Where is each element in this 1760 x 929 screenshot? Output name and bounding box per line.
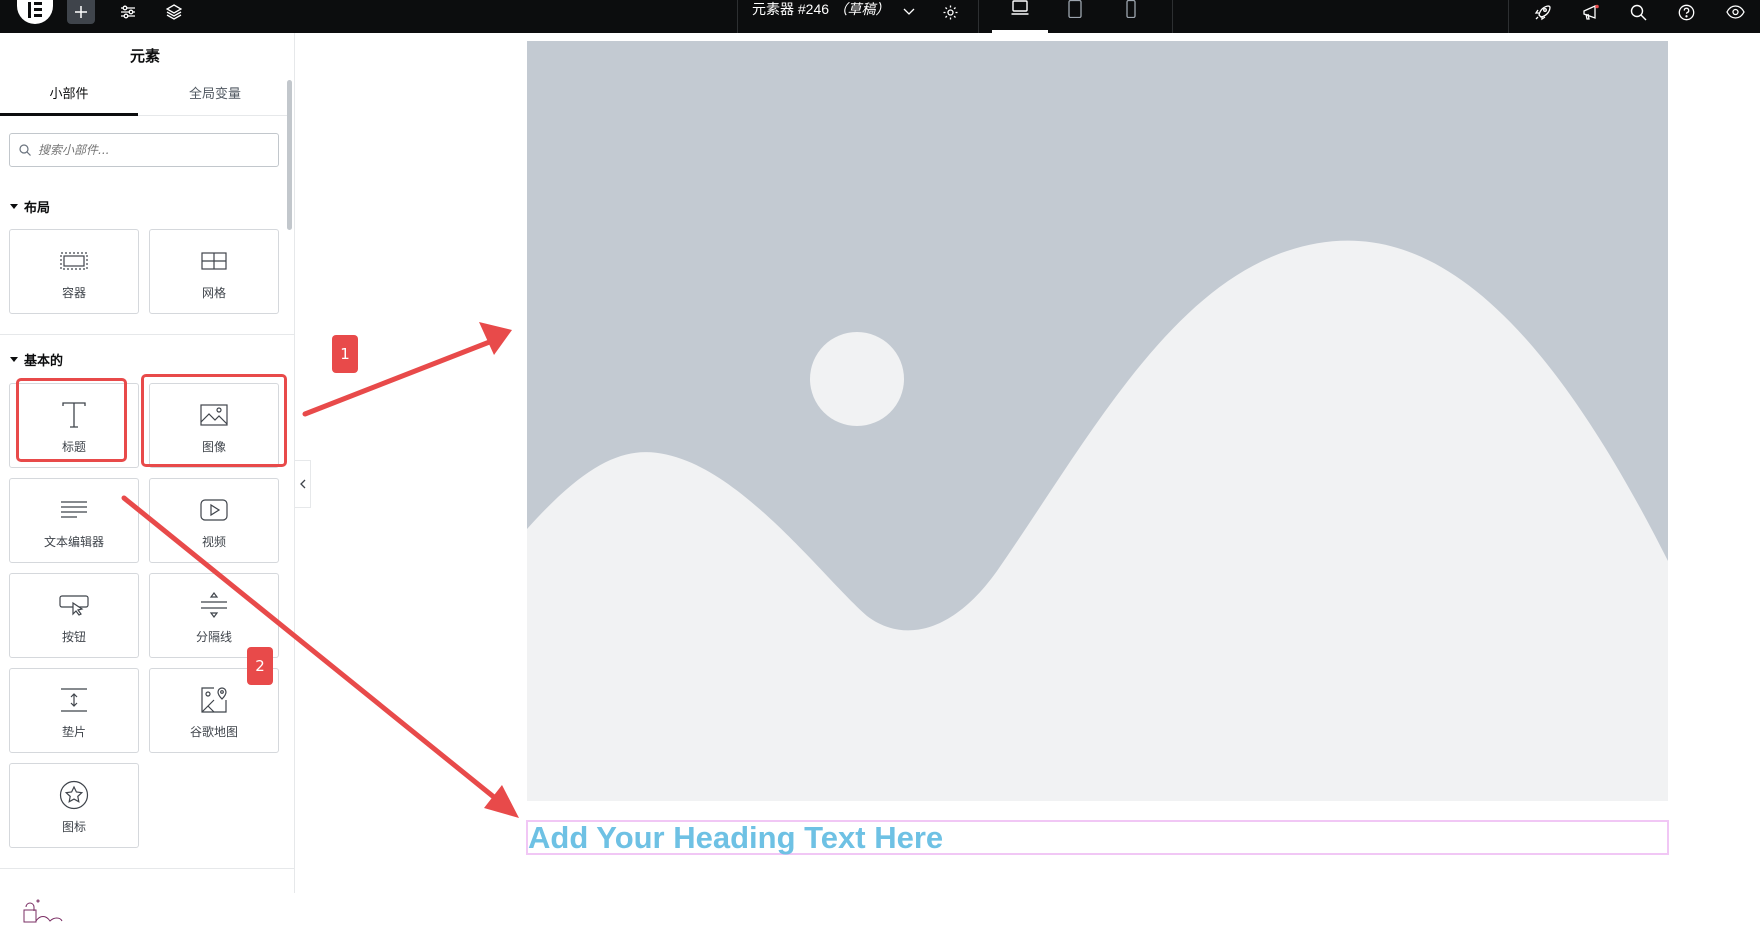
annotation-arrows <box>121 322 519 818</box>
promo-illustration <box>16 895 96 929</box>
step-badge-2: 2 <box>247 647 273 685</box>
step-badge-1: 1 <box>332 335 358 373</box>
